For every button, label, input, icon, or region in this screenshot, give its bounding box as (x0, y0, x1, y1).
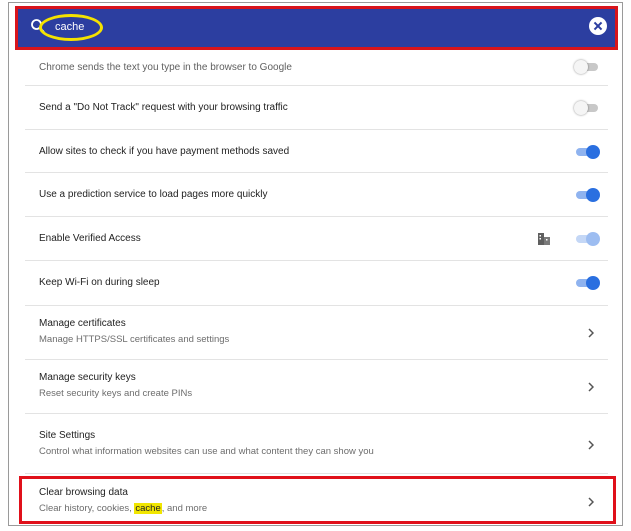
setting-title: Clear browsing data (39, 487, 128, 498)
setting-label: Allow sites to check if you have payment… (39, 146, 290, 157)
setting-title: Manage certificates (39, 318, 126, 329)
setting-row-security-keys[interactable]: Manage security keys Reset security keys… (25, 360, 608, 414)
setting-row-payment-methods[interactable]: Allow sites to check if you have payment… (25, 130, 608, 173)
enterprise-policy-icon (538, 233, 550, 245)
setting-label: Chrome sends the text you type in the br… (39, 62, 292, 73)
setting-label: Keep Wi-Fi on during sleep (39, 277, 160, 288)
setting-subtitle: Manage HTTPS/SSL certificates and settin… (39, 334, 230, 345)
setting-row-prediction-service[interactable]: Use a prediction service to load pages m… (25, 173, 608, 217)
chevron-right-icon (588, 497, 594, 507)
setting-row-verified-access[interactable]: Enable Verified Access (25, 217, 608, 261)
setting-label: Enable Verified Access (39, 233, 141, 244)
search-input[interactable]: cache (55, 21, 84, 33)
setting-row-wifi-sleep[interactable]: Keep Wi-Fi on during sleep (25, 261, 608, 306)
setting-label: Use a prediction service to load pages m… (39, 189, 268, 200)
settings-search-bar[interactable]: cache (15, 6, 618, 50)
wifi-sleep-toggle[interactable] (576, 276, 600, 290)
setting-row-site-settings[interactable]: Site Settings Control what information w… (25, 414, 608, 474)
chevron-right-icon (588, 440, 594, 450)
clear-search-icon[interactable] (589, 17, 607, 35)
setting-subtitle: Reset security keys and create PINs (39, 388, 193, 399)
chevron-right-icon (588, 382, 594, 392)
setting-row-manage-certificates[interactable]: Manage certificates Manage HTTPS/SSL cer… (25, 306, 608, 360)
settings-panel: cache Chrome sends the text you type in … (8, 2, 623, 526)
setting-subtitle: Control what information websites can us… (39, 446, 374, 457)
setting-title: Site Settings (39, 430, 96, 441)
setting-title: Manage security keys (39, 372, 136, 383)
verified-access-toggle (576, 232, 600, 246)
prediction-service-toggle[interactable] (576, 188, 600, 202)
chevron-right-icon (588, 328, 594, 338)
search-suggestions-toggle[interactable] (574, 60, 600, 74)
do-not-track-toggle[interactable] (574, 101, 600, 115)
setting-label: Send a "Do Not Track" request with your … (39, 102, 288, 113)
setting-row-clear-browsing-data[interactable]: Clear browsing data Clear history, cooki… (25, 474, 608, 525)
setting-row-search-suggestions[interactable]: Chrome sends the text you type in the br… (25, 50, 608, 86)
search-match-highlight: cache (134, 503, 162, 514)
setting-row-do-not-track[interactable]: Send a "Do Not Track" request with your … (25, 86, 608, 130)
payment-methods-toggle[interactable] (576, 145, 600, 159)
setting-subtitle: Clear history, cookies, cache, and more (39, 503, 208, 514)
